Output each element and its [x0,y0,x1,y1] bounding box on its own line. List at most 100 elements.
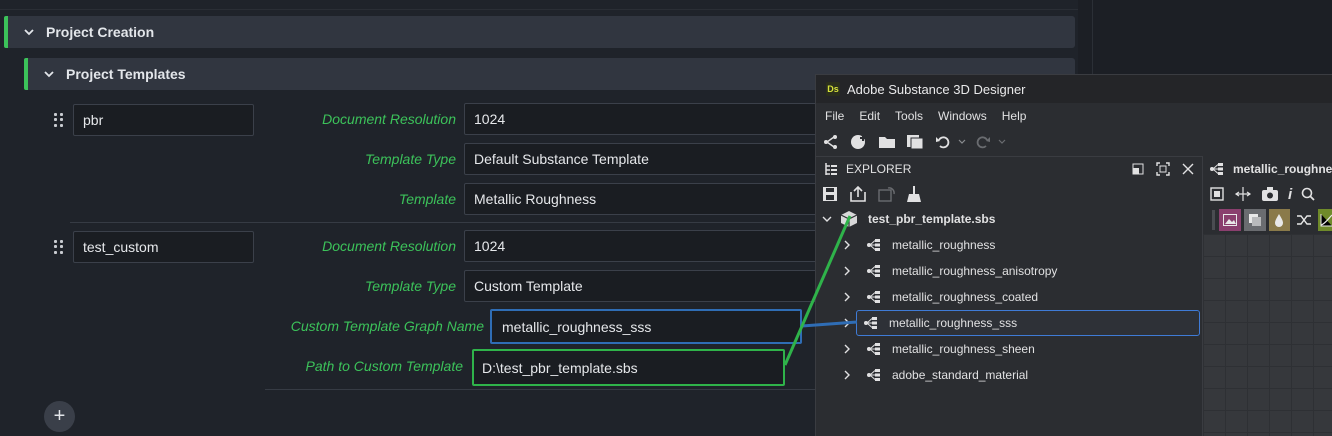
package-icon [840,211,858,227]
document-resolution-label: Document Resolution [322,111,456,127]
template-name-input[interactable]: test_custom [73,231,254,263]
menu-help[interactable]: Help [1002,109,1027,123]
graph-name: metallic_roughness_sss [889,316,1018,330]
designer-toolbar [816,129,1332,155]
camera-icon[interactable] [1261,186,1279,202]
designer-titlebar: Ds Adobe Substance 3D Designer [816,75,1332,103]
row-divider [265,389,830,390]
drag-handle-icon[interactable] [54,240,64,254]
explorer-header: EXPLORER [816,157,1202,181]
chevron-down-icon [44,71,54,78]
document-resolution-field[interactable]: 1024 [464,230,824,262]
chevron-down-icon [24,29,34,36]
section-title: Project Templates [66,66,186,82]
undo-icon[interactable] [934,133,952,151]
shuffle-node-icon[interactable] [1293,209,1315,231]
row-divider [70,222,830,223]
template-type-select[interactable]: Custom Template [464,270,824,302]
explorer-title: EXPLORER [846,162,912,176]
save-icon[interactable] [822,186,838,202]
selected-graph-highlight[interactable]: metallic_roughness_sss [856,310,1200,336]
document-resolution-label: Document Resolution [322,238,456,254]
section-project-creation[interactable]: Project Creation [4,16,1075,48]
graph-name: metallic_roughness_anisotropy [892,264,1058,278]
node-library-bar [1203,207,1332,233]
graph-icon [867,239,880,251]
template-label: Template [398,191,456,207]
new-graph-icon[interactable] [822,133,840,151]
curve-node-icon[interactable] [1318,209,1332,231]
section-title: Project Creation [46,24,155,40]
template-type-label: Template Type [364,151,456,167]
add-template-button[interactable]: + [44,401,75,432]
template-type-label: Template Type [364,278,456,294]
menu-tools[interactable]: Tools [895,109,923,123]
chevron-right-icon[interactable] [842,318,852,328]
chevron-right-icon[interactable] [842,240,852,250]
graph-icon [867,291,880,303]
designer-menubar: File Edit Tools Windows Help [816,104,1332,128]
chevron-right-icon[interactable] [842,292,852,302]
template-name-input[interactable]: pbr [73,104,254,136]
explorer-toolbar [816,182,1202,206]
template-select[interactable]: Metallic Roughness [464,183,824,215]
custom-template-path-input[interactable]: D:\test_pbr_template.sbs [472,349,785,386]
info-icon[interactable]: i [1288,186,1292,203]
graph-icon [867,343,880,355]
chevron-right-icon[interactable] [842,370,852,380]
close-icon[interactable] [1182,163,1194,175]
tree-item-graph[interactable]: metallic_roughness_sheen [816,336,1202,362]
custom-graph-name-input[interactable]: metallic_roughness_sss [490,309,802,344]
undo-dropdown-icon[interactable] [958,133,966,151]
graph-icon [867,369,880,381]
graph-icon [1210,163,1223,175]
open-folder-icon[interactable] [878,133,896,151]
template-type-select[interactable]: Default Substance Template [464,143,824,175]
designer-title: Adobe Substance 3D Designer [847,81,1026,97]
custom-template-path-label: Path to Custom Template [305,358,463,374]
drag-handle-icon[interactable] [54,113,64,127]
uniform-color-node-icon[interactable] [1243,209,1266,231]
graph-name: metallic_roughness_sheen [892,342,1035,356]
graph-tab[interactable]: metallic_roughnes [1203,157,1332,181]
graph-view-toolbar: i [1203,182,1332,206]
graph-icon [867,265,880,277]
chevron-right-icon[interactable] [842,266,852,276]
maximize-icon[interactable] [1156,162,1170,176]
frame-all-icon[interactable] [1209,186,1225,202]
cleanup-icon[interactable] [906,185,924,203]
redo-dropdown-icon[interactable] [998,133,1006,151]
menu-file[interactable]: File [825,109,844,123]
chevron-down-icon[interactable] [822,214,832,224]
graph-name: metallic_roughness_coated [892,290,1039,304]
tree-item-graph[interactable]: adobe_standard_material [816,362,1202,388]
bar-separator [1212,210,1215,230]
tree-icon [825,163,837,175]
levels-node-icon[interactable] [1268,209,1291,231]
top-strip [0,0,1078,10]
tree-item-graph[interactable]: metallic_roughness_coated [816,284,1202,310]
new-package-icon[interactable] [850,133,868,151]
reload-icon[interactable] [878,186,896,202]
section-accent-bar [24,58,28,90]
document-resolution-field[interactable]: 1024 [464,103,824,135]
graph-icon [864,317,877,329]
graph-name: metallic_roughness [892,238,996,252]
menu-windows[interactable]: Windows [938,109,987,123]
graph-canvas[interactable] [1203,234,1332,436]
bitmap-node-icon[interactable] [1218,209,1241,231]
publish-icon[interactable] [850,186,868,202]
float-panel-icon[interactable] [1132,163,1144,175]
align-icon[interactable] [1234,186,1252,202]
chevron-right-icon[interactable] [842,344,852,354]
package-row[interactable]: test_pbr_template.sbs [816,206,1202,232]
search-icon[interactable] [1301,187,1315,201]
menu-edit[interactable]: Edit [859,109,880,123]
tree-item-graph[interactable]: metallic_roughness [816,232,1202,258]
redo-icon[interactable] [974,133,992,151]
tree-item-graph[interactable]: metallic_roughness_anisotropy [816,258,1202,284]
custom-graph-name-label: Custom Template Graph Name [290,318,484,334]
designer-logo: Ds [826,82,840,96]
package-name: test_pbr_template.sbs [868,212,996,226]
save-all-icon[interactable] [906,133,924,151]
